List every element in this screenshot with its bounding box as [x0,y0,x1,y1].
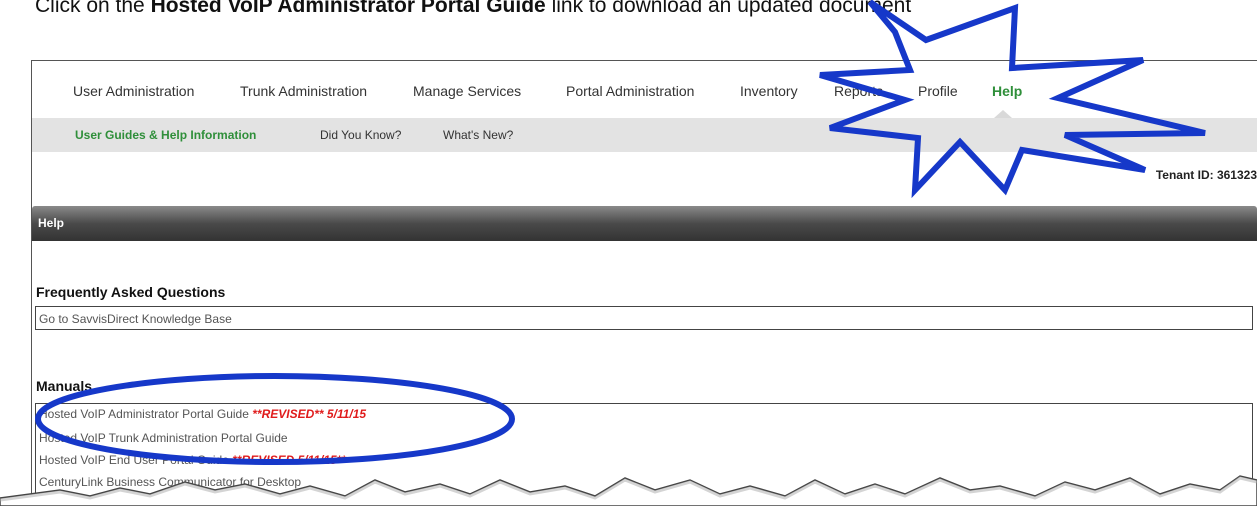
instruction-bold: Hosted VoIP Administrator Portal Guide [150,0,546,17]
faq-title: Frequently Asked Questions [36,284,226,300]
nav-manage-services[interactable]: Manage Services [413,83,521,99]
nav-help[interactable]: Help [992,83,1022,99]
manual-trunk-portal-guide-link[interactable]: Hosted VoIP Trunk Administration Portal … [39,431,288,445]
faq-box: Go to SavvisDirect Knowledge Base [35,306,1253,330]
manual-end-user-portal-guide-link[interactable]: Hosted VoIP End User Portal Guide **REVI… [39,453,346,467]
subnav-whats-new[interactable]: What's New? [443,128,513,142]
nav-profile[interactable]: Profile [918,83,958,99]
manuals-title: Manuals [36,378,93,394]
nav-inventory[interactable]: Inventory [740,83,798,99]
nav-portal-administration[interactable]: Portal Administration [566,83,694,99]
manual-label: Hosted VoIP Trunk Administration Portal … [39,431,288,445]
knowledge-base-link[interactable]: Go to SavvisDirect Knowledge Base [39,312,232,326]
top-navigation: User Administration Trunk Administration… [32,61,1257,118]
tenant-id: Tenant ID: 361323 [1155,168,1257,182]
instruction-text: Click on the Hosted VoIP Administrator P… [35,0,1257,24]
revised-tag: **REVISED** 5/11/15 [252,407,367,421]
active-tab-caret [994,110,1012,118]
instruction-suffix: link to download an updated document [545,0,912,17]
manual-label: CenturyLink Business Communicator for De… [39,475,302,489]
subnav-did-you-know[interactable]: Did You Know? [320,128,401,142]
manual-admin-portal-guide-link[interactable]: Hosted VoIP Administrator Portal Guide *… [39,407,366,421]
panel-title: Help [38,216,65,230]
subnav-user-guides[interactable]: User Guides & Help Information [75,128,256,142]
instruction-prefix: Click on the [35,0,151,17]
manual-label: Hosted VoIP Administrator Portal Guide [39,407,253,421]
nav-user-administration[interactable]: User Administration [73,83,194,99]
nav-trunk-administration[interactable]: Trunk Administration [240,83,367,99]
manual-business-communicator-link[interactable]: CenturyLink Business Communicator for De… [39,475,301,489]
portal-screenshot: User Administration Trunk Administration… [31,60,1257,506]
revised-tag: **REVISED 5/11/15** [232,453,347,467]
help-panel-header: Help [32,206,1257,241]
nav-reports[interactable]: Reports [834,83,883,99]
sub-navigation: User Guides & Help Information Did You K… [32,118,1257,152]
manual-label: Hosted VoIP End User Portal Guide [39,453,233,467]
manuals-list: Hosted VoIP Administrator Portal Guide *… [35,403,1253,506]
